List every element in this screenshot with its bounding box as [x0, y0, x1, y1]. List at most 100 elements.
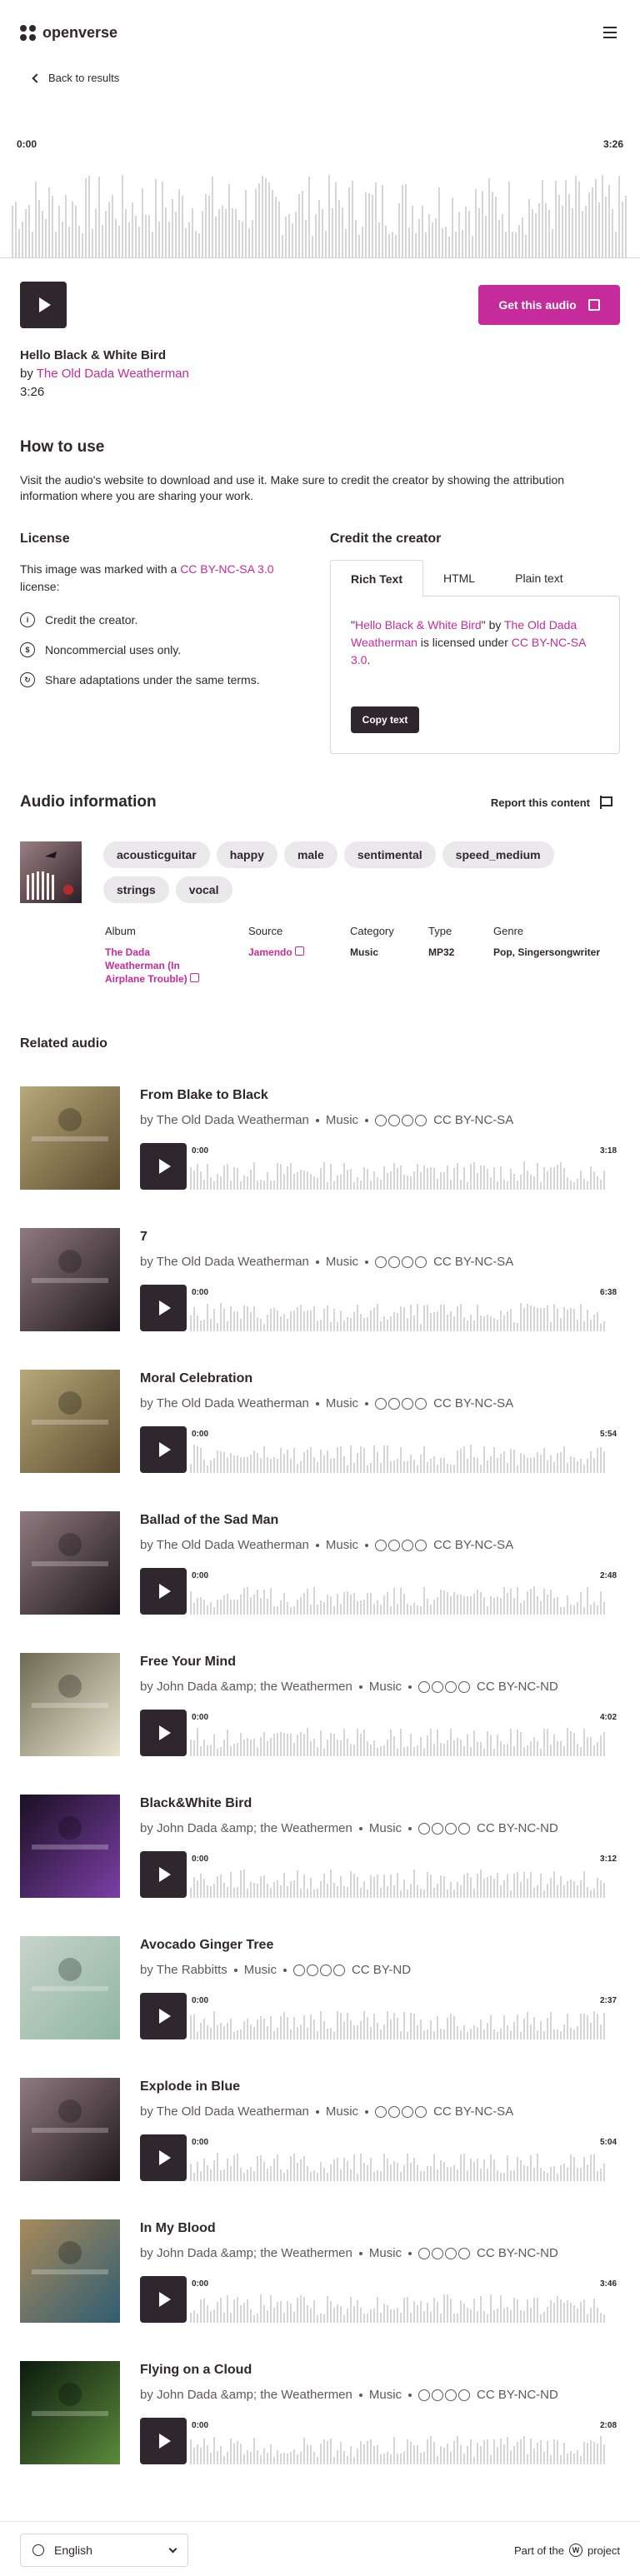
related-audio-item[interactable]: Flying on a Cloud by John Dada &amp; the …: [20, 2361, 620, 2464]
tab-plain-text[interactable]: Plain text: [495, 560, 583, 597]
related-play-button[interactable]: [140, 1426, 187, 1473]
related-title[interactable]: Moral Celebration: [140, 1371, 252, 1386]
meta-category: Category Music: [350, 925, 428, 986]
related-audio-item[interactable]: Free Your Mind by John Dada &amp; the Wea…: [20, 1653, 620, 1756]
license-term: i Credit the creator.: [20, 605, 260, 635]
related-audio-item[interactable]: In My Blood by John Dada &amp; the Weathe…: [20, 2219, 620, 2323]
related-title[interactable]: Flying on a Cloud: [140, 2363, 252, 2378]
tag-list: acousticguitar happy male sentimental sp…: [103, 841, 603, 903]
related-license: CC BY-ND: [351, 1963, 412, 1977]
related-waveform[interactable]: 0:00 6:38: [187, 1285, 617, 1331]
related-audio-item[interactable]: Ballad of the Sad Man by The Old Dada Wea…: [20, 1511, 620, 1615]
related-title[interactable]: Avocado Ginger Tree: [140, 1938, 273, 1953]
tag[interactable]: happy: [216, 841, 278, 868]
related-start-time: 0:00: [192, 2421, 209, 2430]
related-artwork: [20, 2078, 120, 2181]
related-audio-item[interactable]: From Blake to Black by The Old Dada Weath…: [20, 1086, 620, 1190]
related-waveform[interactable]: 0:00 4:02: [187, 1710, 617, 1756]
related-waveform[interactable]: 0:00 2:48: [187, 1568, 617, 1615]
separator-dot: [365, 1543, 369, 1547]
related-waveform[interactable]: 0:00 5:54: [187, 1426, 617, 1473]
separator-dot: [358, 1826, 362, 1830]
related-waveform[interactable]: 0:00 2:37: [187, 1993, 617, 2039]
related-play-button[interactable]: [140, 2134, 187, 2181]
separator-dot: [315, 1260, 319, 1264]
related-waveform[interactable]: 0:00 2:08: [187, 2418, 617, 2464]
tag[interactable]: acousticguitar: [103, 841, 210, 868]
related-play-button[interactable]: [140, 1568, 187, 1615]
play-icon: [159, 2434, 171, 2449]
creator-link[interactable]: The Old Dada Weatherman: [37, 367, 189, 381]
related-title[interactable]: 7: [140, 1230, 148, 1245]
related-audio-item[interactable]: Avocado Ginger Tree by The Rabbitts Music C…: [20, 1936, 620, 2039]
related-artwork: [20, 2361, 120, 2464]
tag[interactable]: male: [283, 841, 338, 868]
back-to-results-link[interactable]: Back to results: [32, 72, 119, 84]
related-audio-item[interactable]: 7 by The Old Dada Weatherman Music CC BY-NC…: [20, 1228, 620, 1331]
part-of-wordpress[interactable]: Part of the W project: [514, 2544, 620, 2557]
tag[interactable]: speed_medium: [442, 841, 554, 868]
related-title[interactable]: In My Blood: [140, 2221, 216, 2236]
get-this-audio-button[interactable]: Get this audio: [478, 285, 620, 325]
separator-dot: [358, 1685, 362, 1689]
copy-text-button[interactable]: Copy text: [351, 706, 419, 733]
related-title[interactable]: Explode in Blue: [140, 2079, 240, 2094]
album-value[interactable]: The Dada Weatherman (In Airplane Trouble…: [105, 946, 205, 986]
play-button[interactable]: [20, 282, 67, 328]
album-link[interactable]: The Dada Weatherman (In Airplane Trouble…: [105, 946, 188, 985]
tag[interactable]: vocal: [175, 876, 232, 903]
related-title[interactable]: Ballad of the Sad Man: [140, 1513, 278, 1528]
license-link[interactable]: CC BY-NC-SA 3.0: [180, 562, 273, 576]
separator-dot: [365, 1401, 369, 1405]
play-icon: [159, 1300, 171, 1315]
license-term-text: Share adaptations under the same terms.: [45, 673, 260, 686]
related-license: CC BY-NC-SA: [433, 1113, 514, 1127]
source-link[interactable]: Jamendo: [248, 946, 292, 958]
credit-title-link[interactable]: Hello Black & White Bird: [355, 618, 482, 632]
related-play-button[interactable]: [140, 1993, 187, 2039]
meta-type: Type MP32: [428, 925, 493, 986]
separator-dot: [315, 1118, 319, 1122]
related-title[interactable]: Free Your Mind: [140, 1655, 236, 1670]
related-creator: by John Dada &amp; the Weathermen: [140, 1821, 352, 1835]
openverse-logo[interactable]: openverse: [20, 24, 118, 42]
tag[interactable]: sentimental: [343, 841, 436, 868]
main-waveform[interactable]: 0:00 3:26: [0, 133, 640, 258]
by-prefix: by: [20, 367, 33, 381]
related-play-button[interactable]: [140, 2276, 187, 2323]
related-duration: 4:02: [599, 1713, 617, 1722]
related-creator: by John Dada &amp; the Weathermen: [140, 1680, 352, 1694]
related-waveform[interactable]: 0:00 3:46: [187, 2276, 617, 2323]
related-play-button[interactable]: [140, 1851, 187, 1898]
related-play-button[interactable]: [140, 2418, 187, 2464]
tag[interactable]: strings: [103, 876, 169, 903]
related-creator: by The Old Dada Weatherman: [140, 2104, 309, 2119]
report-content-button[interactable]: Report this content: [491, 796, 612, 809]
hamburger-menu-icon[interactable]: [600, 22, 620, 42]
related-audio-item[interactable]: Moral Celebration by The Old Dada Weather…: [20, 1370, 620, 1473]
meta-label: Category: [350, 925, 394, 937]
related-title[interactable]: Black&White Bird: [140, 1796, 252, 1811]
related-waveform[interactable]: 0:00 3:18: [187, 1143, 617, 1190]
related-play-button[interactable]: [140, 1143, 187, 1190]
logo-mark-icon: [20, 24, 36, 41]
related-play-button[interactable]: [140, 1285, 187, 1331]
cc-license-icons: [375, 2105, 428, 2118]
separator-dot: [315, 2109, 319, 2114]
related-audio-item[interactable]: Explode in Blue by The Old Dada Weatherma…: [20, 2078, 620, 2181]
related-waveform[interactable]: 0:00 5:04: [187, 2134, 617, 2181]
site-header: openverse: [0, 0, 640, 65]
tab-rich-text[interactable]: Rich Text: [330, 560, 423, 597]
waveform-bars: [190, 2011, 605, 2039]
related-category: Music: [325, 2104, 359, 2119]
play-icon: [159, 2150, 171, 2165]
related-waveform[interactable]: 0:00 3:12: [187, 1851, 617, 1898]
tab-html[interactable]: HTML: [423, 560, 495, 597]
related-play-button[interactable]: [140, 1710, 187, 1756]
play-icon: [159, 2292, 171, 2307]
related-title[interactable]: From Blake to Black: [140, 1088, 268, 1103]
report-label: Report this content: [490, 796, 590, 809]
separator-dot: [233, 1968, 238, 1972]
related-audio-item[interactable]: Black&White Bird by John Dada &amp; the W…: [20, 1795, 620, 1898]
language-select[interactable]: English: [20, 2534, 188, 2567]
